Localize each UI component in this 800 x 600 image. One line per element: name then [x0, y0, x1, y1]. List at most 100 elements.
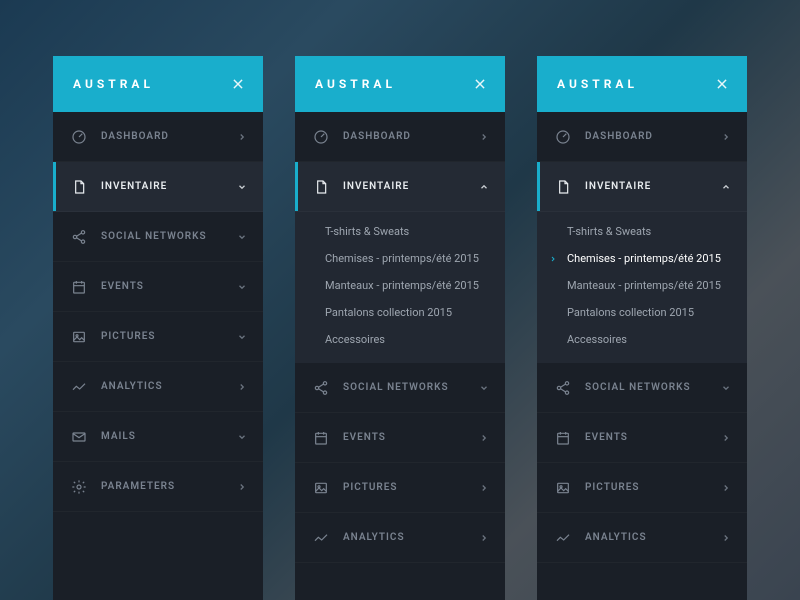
chevron-down-icon — [237, 432, 247, 442]
chevron-down-icon — [479, 383, 489, 393]
submenu-inventaire: T-shirts & Sweats Chemises - printemps/é… — [295, 212, 505, 363]
nav-analytics[interactable]: ANALYTICS — [537, 513, 747, 563]
chevron-down-icon — [237, 182, 247, 192]
sub-manteaux[interactable]: Manteaux - printemps/été 2015 — [295, 272, 505, 299]
sub-tshirts[interactable]: T-shirts & Sweats — [537, 218, 747, 245]
chevron-right-icon — [721, 433, 731, 443]
image-icon — [313, 480, 329, 496]
nav-inventaire[interactable]: INVENTAIRE — [295, 162, 505, 212]
nav-label: SOCIAL NETWORKS — [343, 382, 479, 393]
analytics-icon — [313, 530, 329, 546]
chevron-up-icon — [721, 182, 731, 192]
chevron-down-icon — [237, 332, 247, 342]
document-icon — [555, 179, 571, 195]
sub-label: T-shirts & Sweats — [325, 225, 409, 238]
nav-analytics[interactable]: ANALYTICS — [53, 362, 263, 412]
image-icon — [555, 480, 571, 496]
submenu-inventaire: T-shirts & Sweats Chemises - printemps/é… — [537, 212, 747, 363]
nav-analytics[interactable]: ANALYTICS — [295, 513, 505, 563]
sub-label: Pantalons collection 2015 — [325, 306, 452, 319]
mail-icon — [71, 429, 87, 445]
nav-label: MAILS — [101, 431, 237, 442]
nav-mails[interactable]: MAILS — [53, 412, 263, 462]
nav-inventaire[interactable]: INVENTAIRE — [537, 162, 747, 212]
nav-label: PICTURES — [585, 482, 721, 493]
gauge-icon — [313, 129, 329, 145]
nav-label: PICTURES — [101, 331, 237, 342]
nav-events[interactable]: EVENTS — [537, 413, 747, 463]
document-icon — [313, 179, 329, 195]
chevron-right-icon — [479, 483, 489, 493]
nav-label: ANALYTICS — [343, 532, 479, 543]
nav-dashboard[interactable]: DASHBOARD — [295, 112, 505, 162]
sub-pantalons[interactable]: Pantalons collection 2015 — [537, 299, 747, 326]
image-icon — [71, 329, 87, 345]
sidebar-header: AUSTRAL — [295, 56, 505, 112]
nav-inventaire[interactable]: INVENTAIRE — [53, 162, 263, 212]
calendar-icon — [71, 279, 87, 295]
sidebar-expanded-selected: AUSTRAL DASHBOARD INVENTAIRE T-shirts & … — [537, 56, 747, 600]
sub-label: Accessoires — [567, 333, 627, 346]
chevron-right-icon — [237, 132, 247, 142]
sub-label: Chemises - printemps/été 2015 — [325, 252, 479, 265]
sidebar-header: AUSTRAL — [537, 56, 747, 112]
sub-chemises[interactable]: Chemises - printemps/été 2015 — [537, 245, 747, 272]
nav-pictures[interactable]: PICTURES — [537, 463, 747, 513]
chevron-down-icon — [721, 383, 731, 393]
sidebar-header: AUSTRAL — [53, 56, 263, 112]
caret-right-icon — [549, 255, 557, 263]
nav: DASHBOARD INVENTAIRE T-shirts & Sweats C… — [537, 112, 747, 600]
close-icon[interactable] — [473, 77, 487, 91]
chevron-right-icon — [479, 533, 489, 543]
nav-pictures[interactable]: PICTURES — [295, 463, 505, 513]
nav-events[interactable]: EVENTS — [295, 413, 505, 463]
nav-label: EVENTS — [343, 432, 479, 443]
chevron-right-icon — [237, 382, 247, 392]
nav-dashboard[interactable]: DASHBOARD — [53, 112, 263, 162]
sub-label: Accessoires — [325, 333, 385, 346]
chevron-down-icon — [237, 282, 247, 292]
sub-tshirts[interactable]: T-shirts & Sweats — [295, 218, 505, 245]
nav-label: ANALYTICS — [101, 381, 237, 392]
nav-label: INVENTAIRE — [585, 181, 721, 192]
sidebar-collapsed: AUSTRAL DASHBOARD INVENTAIRE SOCIAL NETW… — [53, 56, 263, 600]
sub-chemises[interactable]: Chemises - printemps/été 2015 — [295, 245, 505, 272]
close-icon[interactable] — [231, 77, 245, 91]
nav-label: EVENTS — [101, 281, 237, 292]
nav: DASHBOARD INVENTAIRE SOCIAL NETWORKS EVE… — [53, 112, 263, 600]
nav-parameters[interactable]: PARAMETERS — [53, 462, 263, 512]
chevron-down-icon — [237, 232, 247, 242]
nav-label: PICTURES — [343, 482, 479, 493]
sub-accessoires[interactable]: Accessoires — [295, 326, 505, 353]
sub-label: Manteaux - printemps/été 2015 — [567, 279, 721, 292]
nav-label: DASHBOARD — [585, 131, 721, 142]
brand-label: AUSTRAL — [315, 77, 396, 91]
sub-manteaux[interactable]: Manteaux - printemps/été 2015 — [537, 272, 747, 299]
sidebar-expanded: AUSTRAL DASHBOARD INVENTAIRE T-shirts & … — [295, 56, 505, 600]
gear-icon — [71, 479, 87, 495]
nav-label: ANALYTICS — [585, 532, 721, 543]
nav-pictures[interactable]: PICTURES — [53, 312, 263, 362]
close-icon[interactable] — [715, 77, 729, 91]
sub-label: T-shirts & Sweats — [567, 225, 651, 238]
nav-events[interactable]: EVENTS — [53, 262, 263, 312]
nav-dashboard[interactable]: DASHBOARD — [537, 112, 747, 162]
sub-accessoires[interactable]: Accessoires — [537, 326, 747, 353]
chevron-right-icon — [721, 483, 731, 493]
nav-social[interactable]: SOCIAL NETWORKS — [537, 363, 747, 413]
chevron-right-icon — [237, 482, 247, 492]
nav-social[interactable]: SOCIAL NETWORKS — [53, 212, 263, 262]
brand-label: AUSTRAL — [73, 77, 154, 91]
sub-label: Manteaux - printemps/été 2015 — [325, 279, 479, 292]
gauge-icon — [555, 129, 571, 145]
share-icon — [313, 380, 329, 396]
nav-label: SOCIAL NETWORKS — [585, 382, 721, 393]
sub-label: Chemises - printemps/été 2015 — [567, 252, 721, 265]
share-icon — [555, 380, 571, 396]
nav-social[interactable]: SOCIAL NETWORKS — [295, 363, 505, 413]
chevron-up-icon — [479, 182, 489, 192]
brand-label: AUSTRAL — [557, 77, 638, 91]
calendar-icon — [555, 430, 571, 446]
nav-label: SOCIAL NETWORKS — [101, 231, 237, 242]
sub-pantalons[interactable]: Pantalons collection 2015 — [295, 299, 505, 326]
